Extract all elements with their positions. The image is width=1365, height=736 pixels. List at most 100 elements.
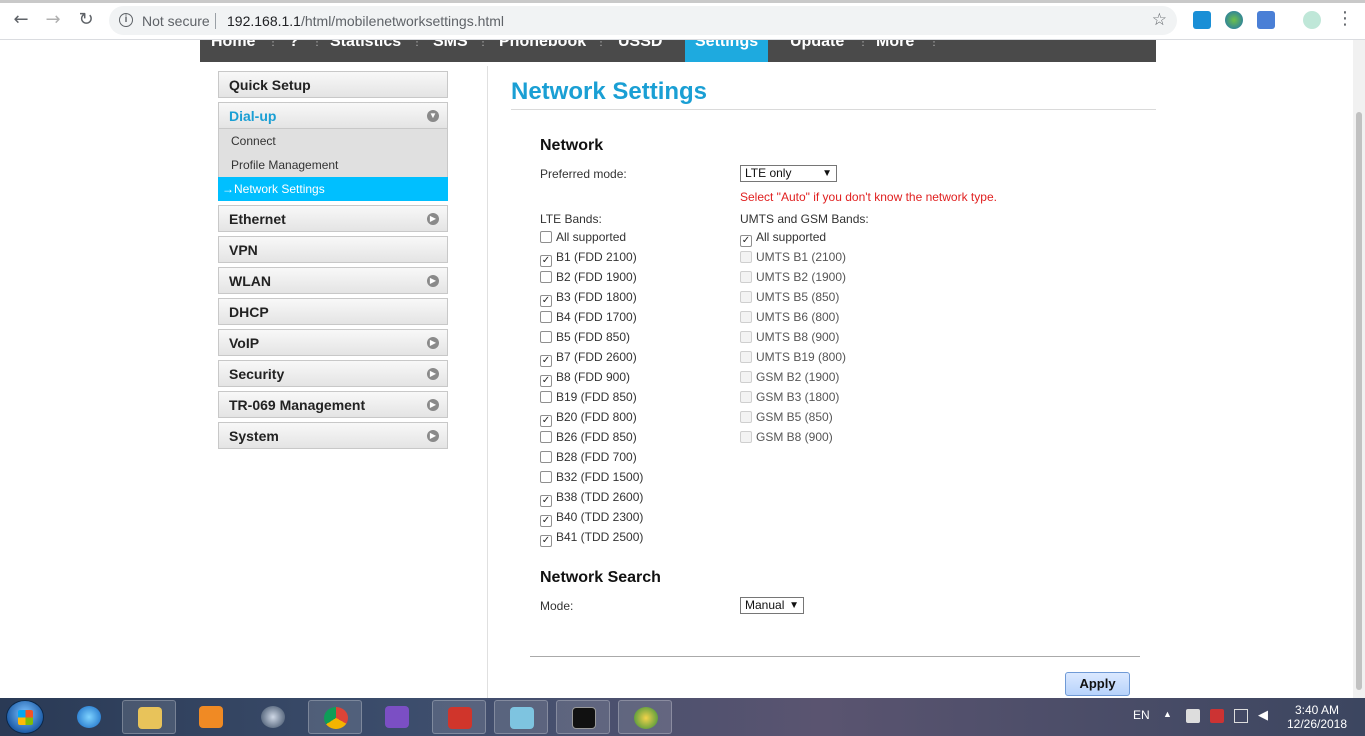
umts-gsm-band-row[interactable]: UMTS B19 (800) — [740, 350, 846, 366]
checkbox-unchecked[interactable] — [540, 331, 552, 343]
umts-gsm-band-row[interactable]: UMTS B2 (1900) — [740, 270, 846, 286]
lte-band-row[interactable]: B4 (FDD 1700) — [540, 310, 637, 326]
lte-band-row[interactable]: ✓ B1 (FDD 2100) — [540, 250, 637, 267]
lte-band-row[interactable]: ✓ B38 (TDD 2600) — [540, 490, 643, 507]
nav-home[interactable]: Home — [211, 40, 255, 62]
lte-band-row[interactable]: ✓ B41 (TDD 2500) — [540, 530, 643, 547]
umts-gsm-band-row[interactable]: GSM B2 (1900) — [740, 370, 839, 386]
scrollbar-thumb[interactable] — [1356, 112, 1362, 690]
extension-globe-icon[interactable] — [1225, 11, 1243, 29]
taskbar-clock[interactable]: 3:40 AM 12/26/2018 — [1282, 703, 1352, 731]
checkbox-unchecked[interactable] — [740, 391, 752, 403]
checkbox-unchecked[interactable] — [540, 471, 552, 483]
nav-more[interactable]: More — [876, 40, 914, 62]
forward-arrow-icon[interactable]: → — [42, 9, 64, 31]
address-bar[interactable]: i Not secure 192.168.1.1/html/mobilenetw… — [109, 6, 1177, 35]
lte-band-row[interactable]: ✓ B8 (FDD 900) — [540, 370, 630, 387]
nav-phonebook[interactable]: Phonebook — [499, 40, 586, 62]
checkbox-checked[interactable]: ✓ — [540, 495, 552, 507]
extension-screen-icon[interactable] — [1193, 11, 1211, 29]
tray-expand-icon[interactable]: ▲ — [1163, 709, 1172, 719]
sidebar-item-system[interactable]: System ▶ — [218, 422, 448, 449]
lte-band-row[interactable]: B2 (FDD 1900) — [540, 270, 637, 286]
nav-statistics[interactable]: Statistics — [330, 40, 401, 62]
sidebar-item-wlan[interactable]: WLAN ▶ — [218, 267, 448, 294]
umts-gsm-band-row[interactable]: GSM B5 (850) — [740, 410, 833, 426]
umts-gsm-band-row[interactable]: UMTS B6 (800) — [740, 310, 839, 326]
umts-gsm-band-row[interactable]: UMTS B8 (900) — [740, 330, 839, 346]
checkbox-checked[interactable]: ✓ — [540, 375, 552, 387]
lte-band-row[interactable]: B28 (FDD 700) — [540, 450, 637, 466]
tray-volume-icon[interactable]: ◀ — [1258, 708, 1268, 723]
lte-band-row[interactable]: ✓ B7 (FDD 2600) — [540, 350, 637, 367]
taskbar-media-player-icon[interactable] — [184, 700, 238, 734]
lte-band-row[interactable]: B19 (FDD 850) — [540, 390, 637, 406]
checkbox-unchecked[interactable] — [740, 411, 752, 423]
taskbar-network-icon[interactable] — [246, 700, 300, 734]
security-label[interactable]: Not secure — [142, 13, 210, 29]
checkbox-unchecked[interactable] — [540, 431, 552, 443]
checkbox-unchecked[interactable] — [740, 431, 752, 443]
checkbox-unchecked[interactable] — [740, 371, 752, 383]
page-scrollbar[interactable] — [1353, 40, 1365, 698]
lte-band-row[interactable]: B32 (FDD 1500) — [540, 470, 643, 486]
sidebar-item-vpn[interactable]: VPN — [218, 236, 448, 263]
checkbox-unchecked[interactable] — [540, 311, 552, 323]
lte-band-row[interactable]: B5 (FDD 850) — [540, 330, 630, 346]
lte-band-row[interactable]: ✓ B20 (FDD 800) — [540, 410, 637, 427]
umts-gsm-band-row[interactable]: UMTS B1 (2100) — [740, 250, 846, 266]
taskbar-mobile-partner-icon[interactable] — [618, 700, 672, 734]
bookmark-star-icon[interactable]: ☆ — [1152, 10, 1167, 30]
taskbar-visual-studio-icon[interactable] — [370, 700, 424, 734]
reload-icon[interactable]: ↻ — [75, 9, 97, 31]
submenu-item-profile-management[interactable]: Profile Management — [231, 158, 338, 172]
taskbar-explorer-icon[interactable] — [122, 700, 176, 734]
taskbar-notepad-icon[interactable] — [494, 700, 548, 734]
search-mode-select[interactable]: Manual ▼ — [740, 597, 804, 614]
checkbox-unchecked[interactable] — [740, 331, 752, 343]
tray-antivirus-icon[interactable] — [1210, 709, 1224, 723]
url-text[interactable]: 192.168.1.1/html/mobilenetworksettings.h… — [227, 13, 504, 29]
checkbox-unchecked[interactable] — [540, 451, 552, 463]
lte-band-row[interactable]: All supported — [540, 230, 626, 246]
extension-translate-icon[interactable] — [1257, 11, 1275, 29]
sidebar-item-quick-setup[interactable]: Quick Setup — [218, 71, 448, 98]
checkbox-unchecked[interactable] — [740, 251, 752, 263]
lte-band-row[interactable]: B26 (FDD 850) — [540, 430, 637, 446]
tray-network-icon[interactable] — [1234, 709, 1248, 723]
submenu-item-connect[interactable]: Connect — [231, 134, 276, 148]
tray-flag-icon[interactable] — [1186, 709, 1200, 723]
nav-help[interactable]: ? — [289, 40, 299, 62]
lte-band-row[interactable]: ✓ B3 (FDD 1800) — [540, 290, 637, 307]
preferred-mode-select[interactable]: LTE only ▼ — [740, 165, 837, 182]
checkbox-unchecked[interactable] — [540, 391, 552, 403]
sidebar-item-voip[interactable]: VoIP ▶ — [218, 329, 448, 356]
checkbox-checked[interactable]: ✓ — [540, 295, 552, 307]
checkbox-checked[interactable]: ✓ — [540, 535, 552, 547]
umts-gsm-band-row[interactable]: ✓ All supported — [740, 230, 826, 247]
submenu-item-network-settings[interactable]: →Network Settings — [218, 177, 448, 201]
checkbox-unchecked[interactable] — [740, 291, 752, 303]
umts-gsm-band-row[interactable]: GSM B3 (1800) — [740, 390, 839, 406]
checkbox-checked[interactable]: ✓ — [540, 255, 552, 267]
language-indicator[interactable]: EN — [1133, 708, 1150, 722]
umts-gsm-band-row[interactable]: UMTS B5 (850) — [740, 290, 839, 306]
profile-avatar-icon[interactable] — [1303, 11, 1321, 29]
taskbar-chrome-icon[interactable] — [308, 700, 362, 734]
checkbox-checked[interactable]: ✓ — [740, 235, 752, 247]
checkbox-unchecked[interactable] — [740, 311, 752, 323]
checkbox-checked[interactable]: ✓ — [540, 515, 552, 527]
sidebar-item-ethernet[interactable]: Ethernet ▶ — [218, 205, 448, 232]
sidebar-item-dhcp[interactable]: DHCP — [218, 298, 448, 325]
info-icon[interactable]: i — [119, 13, 133, 27]
start-button[interactable] — [6, 700, 44, 734]
checkbox-checked[interactable]: ✓ — [540, 355, 552, 367]
umts-gsm-band-row[interactable]: GSM B8 (900) — [740, 430, 833, 446]
apply-button[interactable]: Apply — [1065, 672, 1130, 696]
more-vert-icon[interactable]: ⋮ — [1336, 8, 1354, 30]
taskbar-ie-icon[interactable] — [62, 700, 116, 734]
sidebar-item-dial-up[interactable]: Dial-up ▼ — [218, 102, 448, 129]
taskbar-toolbox-icon[interactable] — [432, 700, 486, 734]
sidebar-item-tr069[interactable]: TR-069 Management ▶ — [218, 391, 448, 418]
nav-settings[interactable]: Settings — [685, 40, 768, 62]
